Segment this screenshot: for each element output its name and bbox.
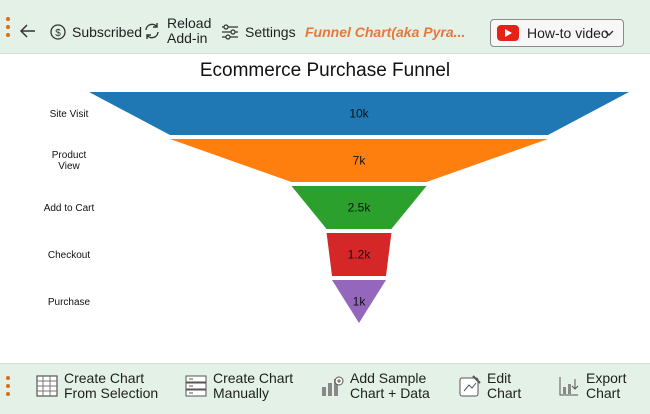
edit-chart-icon — [459, 375, 481, 397]
toolbar-grip-icon[interactable] — [6, 376, 10, 396]
create-manual-line2: Manually — [213, 385, 270, 401]
create-manual-line1: Create Chart — [213, 370, 294, 386]
edit-chart-button[interactable]: Edit Chart — [459, 371, 521, 401]
create-selection-label: Create Chart From Selection — [64, 371, 158, 401]
funnel-stage-label: Site Visit — [49, 108, 89, 120]
add-sample-line2: Chart + Data — [350, 385, 430, 401]
edit-label: Edit Chart — [487, 371, 521, 401]
funnel-value-label: 10k — [349, 107, 369, 121]
export-line2: Chart — [586, 385, 621, 401]
add-sample-line1: Add Sample — [350, 370, 427, 386]
add-sample-label: Add Sample Chart + Data — [350, 371, 430, 401]
list-form-icon — [185, 375, 207, 397]
create-selection-line2: From Selection — [64, 385, 159, 401]
table-grid-icon — [36, 375, 58, 397]
sample-chart-icon — [320, 375, 344, 397]
create-chart-from-selection-button[interactable]: Create Chart From Selection — [36, 371, 158, 401]
create-selection-line1: Create Chart — [64, 370, 145, 386]
funnel-value-label: 2.5k — [348, 201, 372, 215]
add-sample-chart-button[interactable]: Add Sample Chart + Data — [320, 371, 430, 401]
funnel-stage-label: Checkout — [47, 249, 91, 261]
funnel-value-label: 1.2k — [348, 248, 372, 262]
funnel-stage-label: Add to Cart — [43, 202, 95, 214]
edit-line1: Edit — [487, 370, 512, 386]
funnel-stage-label: Purchase — [47, 296, 91, 308]
create-chart-manually-button[interactable]: Create Chart Manually — [185, 371, 293, 401]
export-label: Export Chart — [586, 371, 626, 401]
export-line1: Export — [586, 370, 627, 386]
export-chart-icon — [558, 375, 580, 397]
export-chart-button[interactable]: Export Chart — [558, 371, 626, 401]
funnel-value-label: 7k — [353, 154, 367, 168]
create-manual-label: Create Chart Manually — [213, 371, 293, 401]
funnel-stage-label: Product View — [51, 149, 87, 172]
bottom-toolbar: Create Chart From Selection Create Chart… — [0, 363, 650, 414]
edit-line2: Chart — [487, 385, 522, 401]
funnel-value-label: 1k — [353, 295, 367, 309]
